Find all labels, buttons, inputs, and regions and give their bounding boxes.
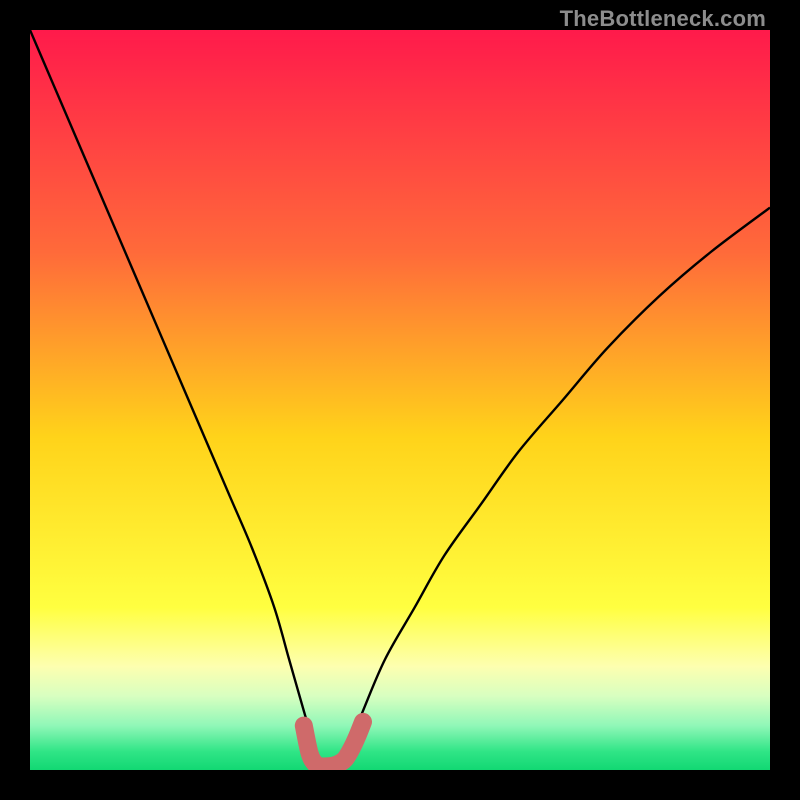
chart-frame bbox=[30, 30, 770, 770]
bottleneck-chart bbox=[30, 30, 770, 770]
watermark-text: TheBottleneck.com bbox=[560, 6, 766, 32]
gradient-background bbox=[30, 30, 770, 770]
